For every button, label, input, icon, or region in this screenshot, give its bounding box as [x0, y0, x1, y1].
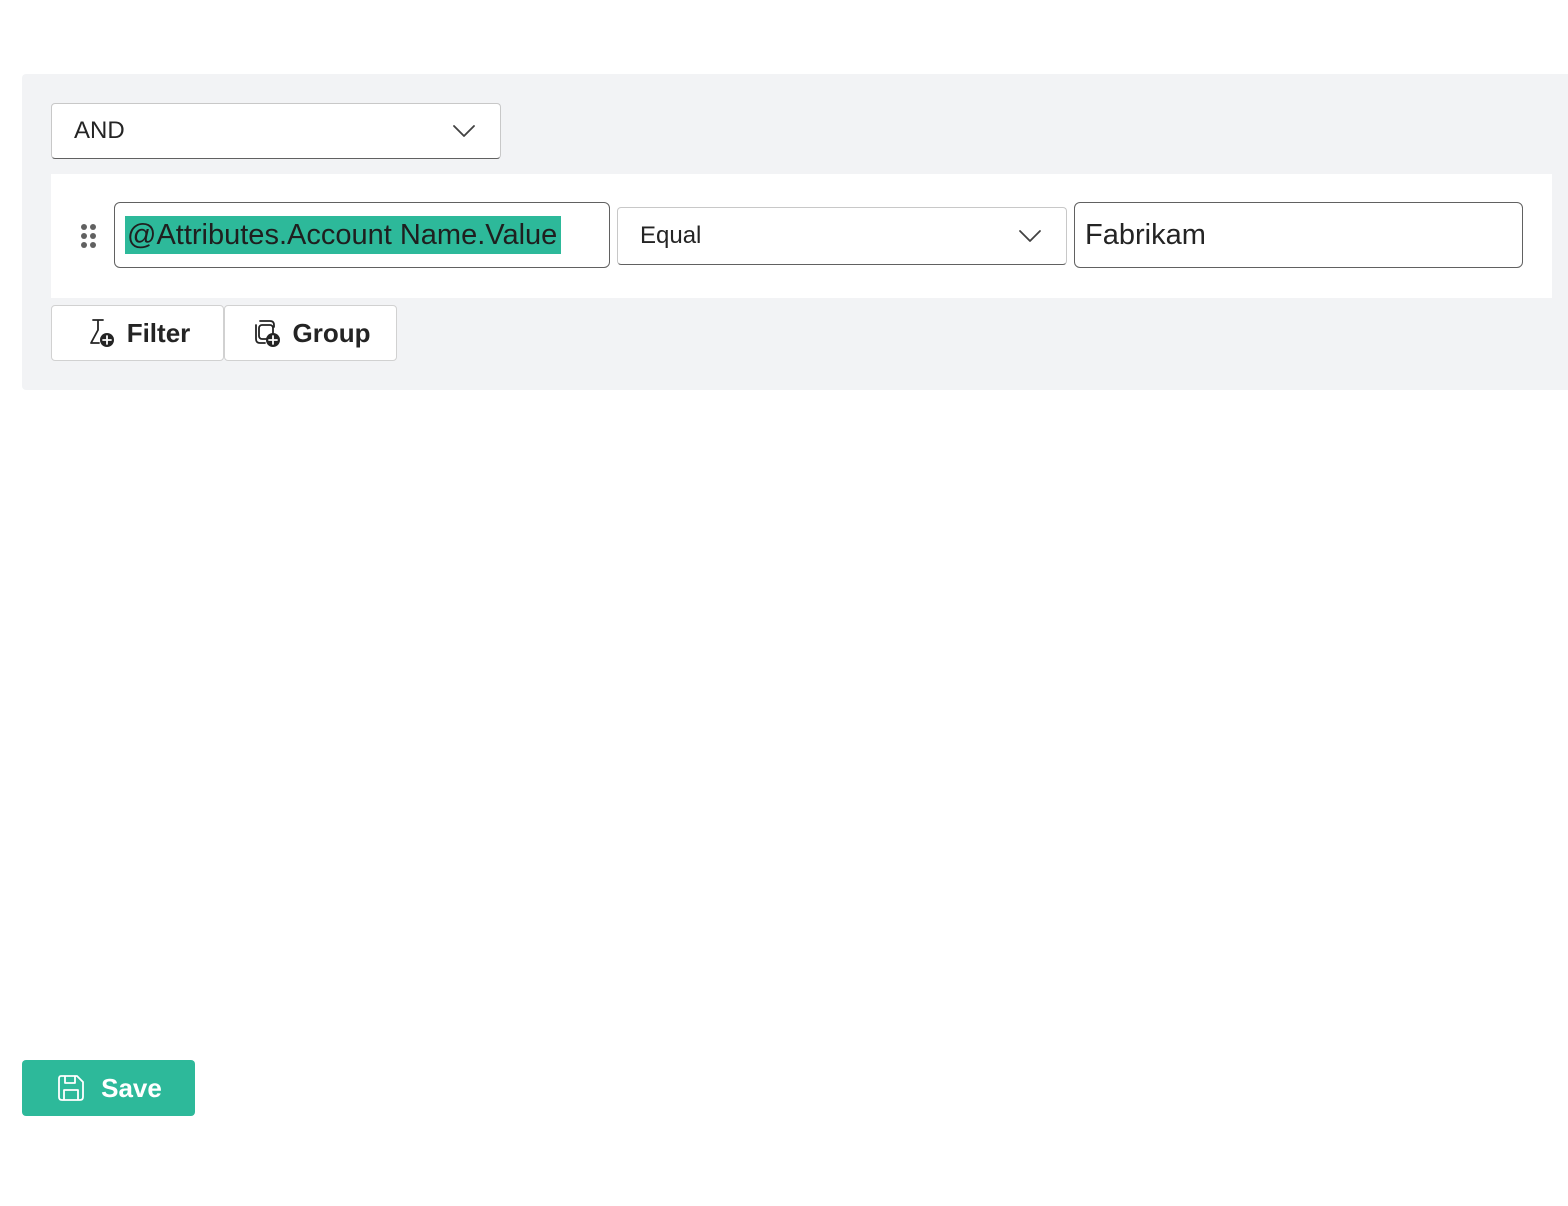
- logic-operator-value: AND: [74, 117, 125, 144]
- save-button[interactable]: Save: [22, 1060, 195, 1116]
- value-input[interactable]: Fabrikam: [1074, 202, 1523, 268]
- chevron-down-icon: [1018, 224, 1042, 248]
- field-input-value: @Attributes.Account Name.Value: [125, 216, 562, 254]
- value-input-text: Fabrikam: [1085, 218, 1206, 251]
- add-group-button[interactable]: Group: [224, 305, 397, 361]
- operator-value: Equal: [640, 222, 702, 249]
- filter-add-icon: [85, 317, 117, 349]
- save-label: Save: [101, 1072, 162, 1103]
- query-builder-panel: AND @Attributes.Account Name.Value Equal: [22, 74, 1568, 390]
- field-input[interactable]: @Attributes.Account Name.Value: [114, 202, 610, 268]
- chevron-down-icon: [452, 119, 476, 143]
- group-add-icon: [251, 317, 283, 349]
- drag-handle-icon[interactable]: [79, 222, 99, 250]
- add-group-label: Group: [292, 317, 371, 348]
- operator-dropdown[interactable]: Equal: [617, 207, 1067, 265]
- add-filter-label: Filter: [126, 317, 191, 348]
- save-icon: [55, 1072, 87, 1104]
- add-filter-button[interactable]: Filter: [51, 305, 224, 361]
- filter-row: @Attributes.Account Name.Value Equal Fab…: [51, 174, 1552, 298]
- logic-operator-dropdown[interactable]: AND: [51, 103, 501, 159]
